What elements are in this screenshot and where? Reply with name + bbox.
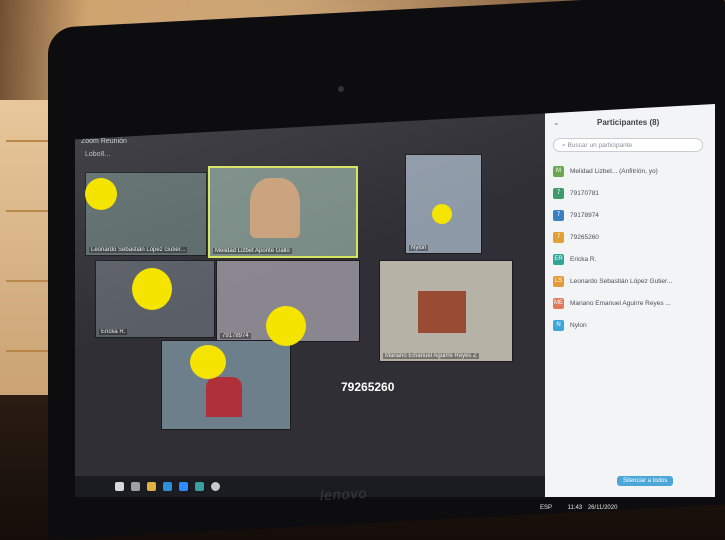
windows-start-icon[interactable] — [115, 482, 124, 491]
laptop-screen: Zoom Reunión Lobo8... Leonardo Sebastián… — [75, 104, 715, 497]
window-subtitle: Lobo8... — [85, 151, 111, 158]
list-item[interactable]: ER Ericka R. — [553, 248, 711, 270]
avatar: ME — [553, 297, 564, 309]
person-figure — [206, 377, 242, 417]
participant-search-input[interactable]: ⌕ Buscar un participante — [553, 138, 703, 152]
participant-name: 79178974 — [570, 211, 599, 219]
list-item[interactable]: 7 79178974 — [553, 204, 711, 226]
video-tile[interactable]: Mariano Emanuel Aguirre Reyes Z — [379, 260, 513, 362]
language-indicator[interactable]: ESP — [540, 505, 552, 511]
video-tile-active-speaker[interactable]: Melidad Lizbet Aponte Gallo — [208, 166, 358, 258]
avatar: 7 — [553, 209, 564, 221]
chevron-down-icon[interactable]: ⌄ — [553, 118, 560, 127]
participant-name: 79265260 — [570, 233, 599, 241]
list-item[interactable]: 7 79170781 — [553, 182, 711, 204]
tile-name: Leonardo Sebastián López Gutier... — [89, 247, 188, 253]
tile-name: Ericka R. — [99, 329, 128, 335]
brick-stack — [418, 291, 466, 333]
participant-name: 79170781 — [570, 189, 599, 197]
participant-name: Nylon — [570, 321, 587, 329]
list-item[interactable]: 7 79265260 — [553, 226, 711, 248]
participant-id-label: 79265260 — [341, 380, 395, 394]
avatar: N — [553, 319, 564, 331]
browser-icon[interactable] — [163, 482, 172, 491]
list-item[interactable]: LS Leonardo Sebastián López Gutier... — [553, 270, 711, 292]
search-icon[interactable] — [131, 482, 140, 491]
list-item[interactable]: ME Mariano Emanuel Aguirre Reyes ... — [553, 292, 711, 314]
avatar: 7 — [553, 231, 564, 243]
tile-name: Nylon — [409, 245, 429, 251]
tile-name: Mariano Emanuel Aguirre Reyes Z — [383, 353, 479, 359]
participant-name: Leonardo Sebastián López Gutier... — [570, 277, 673, 285]
avatar: 7 — [553, 187, 564, 199]
mute-all-button[interactable]: Silenciar a todos — [617, 476, 674, 486]
clock-date: 26/11/2020 — [587, 505, 618, 511]
avatar: ER — [553, 253, 564, 265]
search-placeholder: Buscar un participante — [567, 142, 633, 149]
brand-logo: lenovo — [319, 484, 368, 504]
privacy-dot — [432, 204, 452, 224]
windows-taskbar — [75, 476, 545, 497]
video-tile[interactable] — [161, 340, 291, 430]
participants-panel: ⌄ Participantes (8) ⌕ Buscar un particip… — [545, 104, 715, 497]
list-item[interactable]: N Nylon — [553, 314, 711, 336]
webcam — [338, 86, 344, 92]
participant-name: Mariano Emanuel Aguirre Reyes ... — [570, 299, 671, 307]
person-figure — [250, 178, 300, 238]
edge-icon[interactable] — [195, 482, 204, 491]
privacy-dot — [190, 345, 226, 379]
privacy-dot — [266, 306, 306, 346]
clock-time[interactable]: 11:43 — [568, 505, 583, 511]
participant-list: M Melidad Lizbet... (Anfitrión, yo) 7 7917… — [553, 160, 711, 336]
participant-name: Ericka R. — [570, 255, 597, 263]
chrome-icon[interactable] — [211, 482, 220, 491]
avatar: LS — [553, 275, 564, 287]
system-tray: ESP 11:43 26/11/2020 — [540, 505, 617, 511]
tile-name: Melidad Lizbet Aponte Gallo — [213, 248, 292, 254]
privacy-dot — [132, 268, 172, 310]
avatar: M — [553, 165, 564, 177]
tile-name: 79178974 — [220, 333, 251, 339]
privacy-dot — [85, 178, 117, 210]
zoom-icon[interactable] — [179, 482, 188, 491]
participant-name: Melidad Lizbet... (Anfitrión, yo) — [570, 167, 658, 175]
list-item[interactable]: M Melidad Lizbet... (Anfitrión, yo) — [553, 160, 711, 182]
panel-title: Participantes (8) — [597, 118, 660, 127]
file-explorer-icon[interactable] — [147, 482, 156, 491]
